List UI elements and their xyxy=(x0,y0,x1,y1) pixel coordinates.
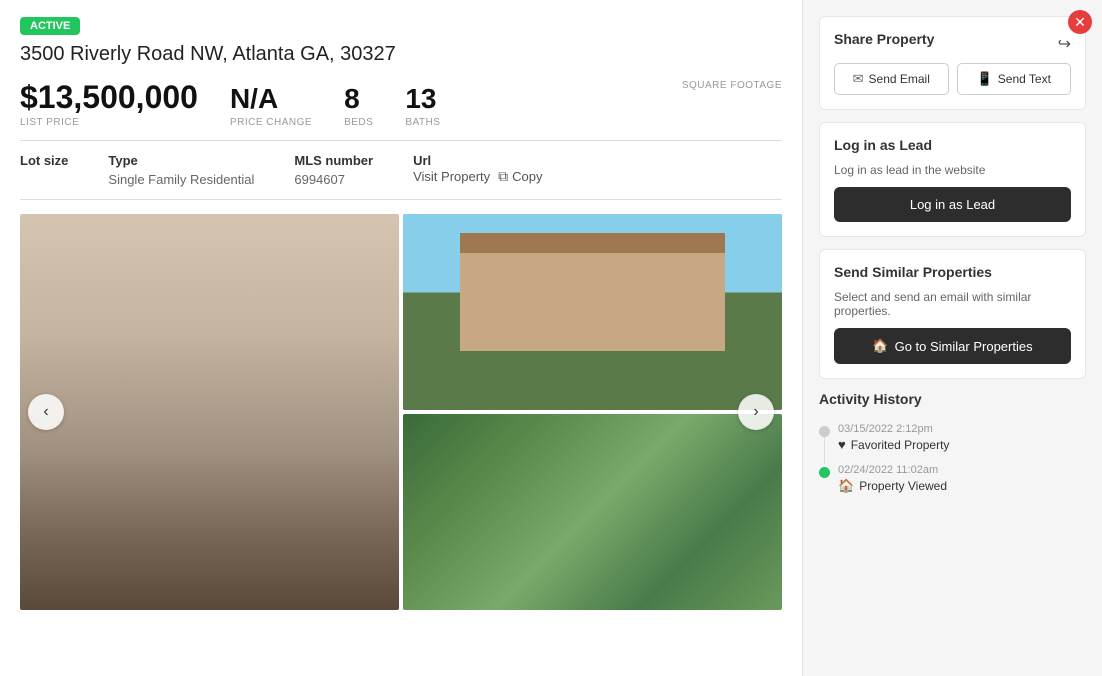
share-header: Share Property ↪ xyxy=(834,31,1071,57)
mls-value: 6994607 xyxy=(294,172,373,187)
activity-time-1: 02/24/2022 11:02am xyxy=(838,464,1086,476)
door-detail-image xyxy=(20,214,399,610)
activity-dot-1 xyxy=(819,467,830,478)
main-container: ACTIVE 3500 Riverly Road NW, Atlanta GA,… xyxy=(0,0,1102,676)
go-to-similar-button[interactable]: 🏠 Go to Similar Properties xyxy=(834,328,1071,364)
activity-time-0: 03/15/2022 2:12pm xyxy=(838,423,1086,435)
house-icon: 🏠 xyxy=(838,478,854,494)
similar-properties-section: Send Similar Properties Select and send … xyxy=(819,249,1086,379)
similar-title: Send Similar Properties xyxy=(834,264,1071,280)
activity-description-0: Favorited Property xyxy=(851,438,950,452)
price-change-label: PRICE CHANGE xyxy=(230,117,312,128)
beds-value: 8 xyxy=(344,84,373,115)
lot-size-label: Lot size xyxy=(20,153,68,168)
list-price-value: $13,500,000 xyxy=(20,80,198,115)
property-address: 3500 Riverly Road NW, Atlanta GA, 30327 xyxy=(20,43,782,66)
home-icon: 🏠 xyxy=(872,338,888,354)
type-detail: Type Single Family Residential xyxy=(108,153,254,187)
mls-detail: MLS number 6994607 xyxy=(294,153,373,187)
details-row: Lot size Type Single Family Residential … xyxy=(20,153,782,200)
aerial-image xyxy=(403,414,782,610)
share-title: Share Property xyxy=(834,31,934,47)
active-badge: ACTIVE xyxy=(20,17,80,35)
activity-section: Activity History 03/15/2022 2:12pm ♥ Fav… xyxy=(819,391,1086,500)
stats-row: $13,500,000 LIST PRICE N/A PRICE CHANGE … xyxy=(20,80,782,141)
login-as-lead-button[interactable]: Log in as Lead xyxy=(834,187,1071,222)
price-change-value: N/A xyxy=(230,84,312,115)
lot-size-detail: Lot size xyxy=(20,153,68,187)
copy-icon: ⧉ xyxy=(498,168,508,185)
visit-property-link[interactable]: Visit Property xyxy=(413,169,490,184)
send-email-button[interactable]: ✉ Send Email xyxy=(834,63,949,95)
right-panel: Share Property ↪ ✉ Send Email 📱 Send Tex… xyxy=(802,0,1102,676)
send-text-button[interactable]: 📱 Send Text xyxy=(957,63,1072,95)
phone-icon: 📱 xyxy=(977,71,993,87)
activity-desc-0: ♥ Favorited Property xyxy=(838,437,1086,452)
send-text-label: Send Text xyxy=(998,72,1051,86)
square-footage-label: SQUARE FOOTAGE xyxy=(682,80,782,91)
similar-button-label: Go to Similar Properties xyxy=(895,339,1033,354)
house-front-image xyxy=(403,214,782,410)
type-label: Type xyxy=(108,153,254,168)
login-lead-section: Log in as Lead Log in as lead in the web… xyxy=(819,122,1086,237)
similar-description: Select and send an email with similar pr… xyxy=(834,290,1071,318)
url-label: Url xyxy=(413,153,542,168)
baths-value: 13 xyxy=(405,84,440,115)
price-change-stat: N/A PRICE CHANGE xyxy=(230,84,312,128)
mls-label: MLS number xyxy=(294,153,373,168)
share-buttons: ✉ Send Email 📱 Send Text xyxy=(834,63,1071,95)
activity-item-0: 03/15/2022 2:12pm ♥ Favorited Property xyxy=(819,417,1086,458)
baths-stat: 13 BATHS xyxy=(405,84,440,128)
activity-content-0: 03/15/2022 2:12pm ♥ Favorited Property xyxy=(838,423,1086,452)
prev-image-button[interactable]: ‹ xyxy=(28,394,64,430)
activity-desc-1: 🏠 Property Viewed xyxy=(838,478,1086,494)
url-section: Visit Property ⧉ Copy xyxy=(413,168,542,185)
list-price-stat: $13,500,000 LIST PRICE xyxy=(20,80,198,128)
next-image-button[interactable]: › xyxy=(738,394,774,430)
activity-description-1: Property Viewed xyxy=(859,479,947,493)
heart-icon: ♥ xyxy=(838,437,846,452)
left-panel: ACTIVE 3500 Riverly Road NW, Atlanta GA,… xyxy=(0,0,802,676)
baths-label: BATHS xyxy=(405,117,440,128)
close-button[interactable]: ✕ xyxy=(1068,10,1092,34)
images-grid: ‹ › xyxy=(20,214,782,610)
login-lead-description: Log in as lead in the website xyxy=(834,163,1071,177)
share-property-section: Share Property ↪ ✉ Send Email 📱 Send Tex… xyxy=(819,16,1086,110)
activity-title: Activity History xyxy=(819,391,1086,407)
send-email-label: Send Email xyxy=(869,72,930,86)
beds-stat: 8 BEDS xyxy=(344,84,373,128)
url-detail: Url Visit Property ⧉ Copy xyxy=(413,153,542,187)
beds-label: BEDS xyxy=(344,117,373,128)
copy-button[interactable]: ⧉ Copy xyxy=(498,168,542,185)
type-value: Single Family Residential xyxy=(108,172,254,187)
share-export-icon[interactable]: ↪ xyxy=(1058,34,1071,54)
email-icon: ✉ xyxy=(853,71,864,87)
login-lead-title: Log in as Lead xyxy=(834,137,1071,153)
activity-content-1: 02/24/2022 11:02am 🏠 Property Viewed xyxy=(838,464,1086,494)
activity-list: 03/15/2022 2:12pm ♥ Favorited Property 0… xyxy=(819,417,1086,500)
list-price-label: LIST PRICE xyxy=(20,117,198,128)
activity-dot-0 xyxy=(819,426,830,437)
copy-label: Copy xyxy=(512,169,542,184)
activity-item-1: 02/24/2022 11:02am 🏠 Property Viewed xyxy=(819,458,1086,500)
